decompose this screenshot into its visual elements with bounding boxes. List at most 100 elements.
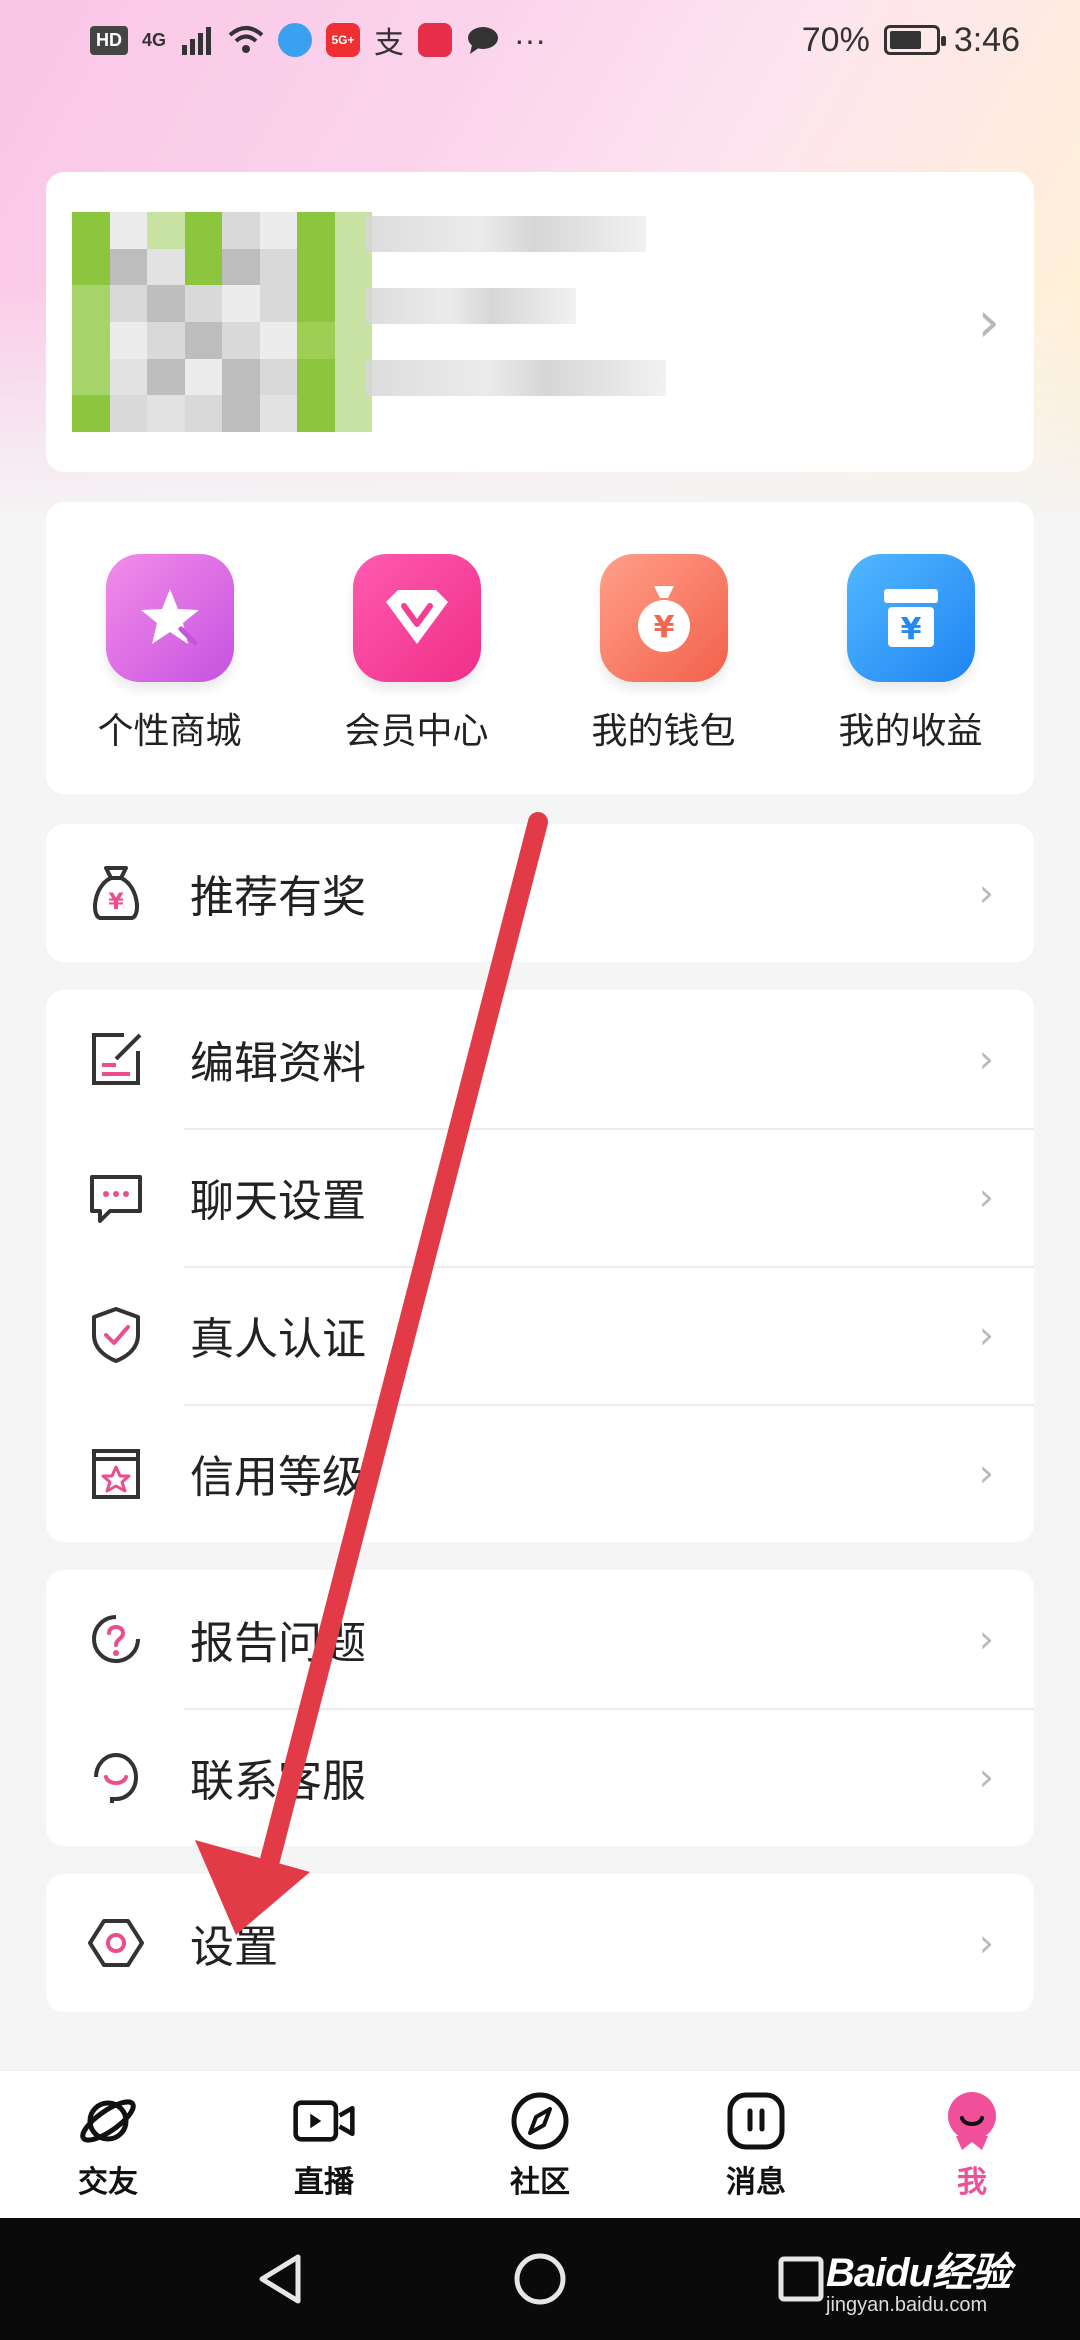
avatar-pixel [147, 212, 185, 249]
avatar-pixel [109, 322, 147, 359]
money-bag-icon: ¥ [599, 554, 728, 682]
avatar-pixel [184, 285, 222, 322]
chevron-right-icon: › [978, 1037, 994, 1081]
chevron-right-icon: › [978, 1313, 994, 1357]
question-icon [84, 1607, 148, 1671]
message-icon [724, 2089, 788, 2153]
avatar-pixel [72, 358, 110, 396]
chevron-right-icon: › [978, 1755, 994, 1799]
svg-text:¥: ¥ [653, 610, 674, 645]
menu-item-report-problem[interactable]: 报告问题 › [46, 1570, 1034, 1708]
avatar-pixel [72, 322, 110, 359]
chevron-right-icon: › [978, 1175, 994, 1219]
recents-icon[interactable] [776, 2254, 826, 2304]
back-icon[interactable] [254, 2251, 304, 2307]
avatar-pixel [259, 395, 297, 432]
heart-app-icon [418, 23, 453, 57]
avatar-pixel [147, 248, 185, 286]
quick-action-label: 我的收益 [838, 710, 983, 751]
home-icon[interactable] [512, 2251, 568, 2307]
alipay-icon: 支 [374, 27, 405, 60]
status-icons: HD 4G 5G+ 支 ··· [90, 18, 546, 62]
status-right: 70% 3:46 [802, 21, 1020, 60]
avatar-pixel [222, 322, 260, 359]
svg-text:¥: ¥ [108, 890, 124, 915]
avatar-pixel [147, 322, 185, 359]
menu-item-label: 编辑资料 [190, 1039, 366, 1088]
avatar[interactable] [72, 212, 372, 432]
menu-item-label: 联系客服 [190, 1757, 366, 1806]
avatar-pixel [259, 322, 297, 359]
baidu-watermark: Baidu经验 jingyan.baidu.com [826, 2240, 1046, 2316]
menu-item-real-person-verify[interactable]: 真人认证 › [46, 1266, 1034, 1404]
tab-live[interactable]: 直播 [234, 2089, 414, 2201]
quick-actions-card: 个性商城 会员中心 ¥ 我的钱包 ¥ 我的收益 [46, 502, 1034, 794]
shield-check-icon [84, 1303, 148, 1367]
chevron-right-icon: › [978, 871, 994, 915]
menu-item-contact-support[interactable]: 联系客服 › [46, 1708, 1034, 1846]
menu-item-label: 聊天设置 [190, 1177, 366, 1226]
avatar-pixel [297, 248, 335, 286]
menu-item-label: 信用等级 [190, 1453, 366, 1502]
avatar-pixel [222, 358, 260, 396]
chevron-right-icon: › [978, 1451, 994, 1495]
star-wand-icon [105, 554, 234, 682]
me-avatar-icon [940, 2089, 1004, 2153]
quick-action-earnings[interactable]: ¥ 我的收益 [801, 554, 1021, 794]
tab-label: 交友 [78, 2165, 138, 2199]
menu-item-label: 真人认证 [190, 1315, 366, 1364]
tab-messages[interactable]: 消息 [666, 2089, 846, 2201]
planet-icon [76, 2089, 140, 2153]
profile-card[interactable]: › [46, 172, 1034, 472]
svg-text:¥: ¥ [900, 612, 921, 647]
quick-action-wallet[interactable]: ¥ 我的钱包 [554, 554, 774, 794]
avatar-pixel [109, 212, 147, 249]
avatar-pixel [72, 212, 110, 249]
menu-item-label: 报告问题 [190, 1619, 366, 1668]
avatar-pixel [72, 248, 110, 286]
watermark-url: jingyan.baidu.com [826, 2294, 988, 2316]
avatar-pixel [147, 285, 185, 322]
avatar-pixel [109, 358, 147, 396]
video-camera-icon [292, 2089, 356, 2153]
avatar-pixel [109, 395, 147, 432]
avatar-pixel [109, 285, 147, 322]
battery-percent: 70% [801, 20, 870, 59]
menu-item-label: 推荐有奖 [190, 873, 366, 922]
quick-action-shop[interactable]: 个性商城 [60, 554, 280, 794]
hd-icon: HD [90, 25, 128, 55]
avatar-pixel [222, 285, 260, 322]
avatar-pixel [184, 248, 222, 286]
star-badge-icon [84, 1441, 148, 1505]
tab-me[interactable]: 我 [882, 2089, 1062, 2201]
chevron-right-icon: › [977, 290, 1000, 355]
settings-group: 设置 › [46, 1874, 1034, 2012]
avatar-pixel [259, 248, 297, 286]
menu-item-invite-reward[interactable]: ¥ 推荐有奖 › [46, 824, 1034, 962]
menu-item-edit-profile[interactable]: 编辑资料 › [46, 990, 1034, 1128]
battery-icon [883, 25, 946, 55]
avatar-pixel [184, 395, 222, 432]
browser-app-icon [278, 23, 313, 57]
video-app-icon: 5G+ [326, 23, 361, 57]
avatar-pixel [184, 322, 222, 359]
menu-item-settings[interactable]: 设置 › [46, 1874, 1034, 2012]
tab-make-friends[interactable]: 交友 [18, 2089, 198, 2201]
status-bar: HD 4G 5G+ 支 ··· 70% 3:46 [0, 0, 1080, 80]
avatar-pixel [184, 212, 222, 249]
quick-action-label: 我的钱包 [591, 710, 736, 751]
menu-item-chat-settings[interactable]: 聊天设置 › [46, 1128, 1034, 1266]
avatar-pixel [72, 395, 110, 432]
signal-icon [182, 27, 212, 55]
customer-service-icon [84, 1745, 148, 1809]
quick-action-label: 个性商城 [97, 710, 242, 751]
profile-info-blurred [366, 216, 696, 436]
profile-settings-group: 编辑资料 › 聊天设置 › 真人认证 › 信用等级 › [46, 990, 1034, 1542]
compass-icon [508, 2089, 572, 2153]
quick-action-label: 会员中心 [344, 710, 489, 751]
tab-label: 消息 [726, 2165, 786, 2199]
tab-community[interactable]: 社区 [450, 2089, 630, 2201]
quick-action-vip[interactable]: 会员中心 [307, 554, 527, 794]
chat-bubble-icon [84, 1165, 148, 1229]
menu-item-credit-level[interactable]: 信用等级 › [46, 1404, 1034, 1542]
